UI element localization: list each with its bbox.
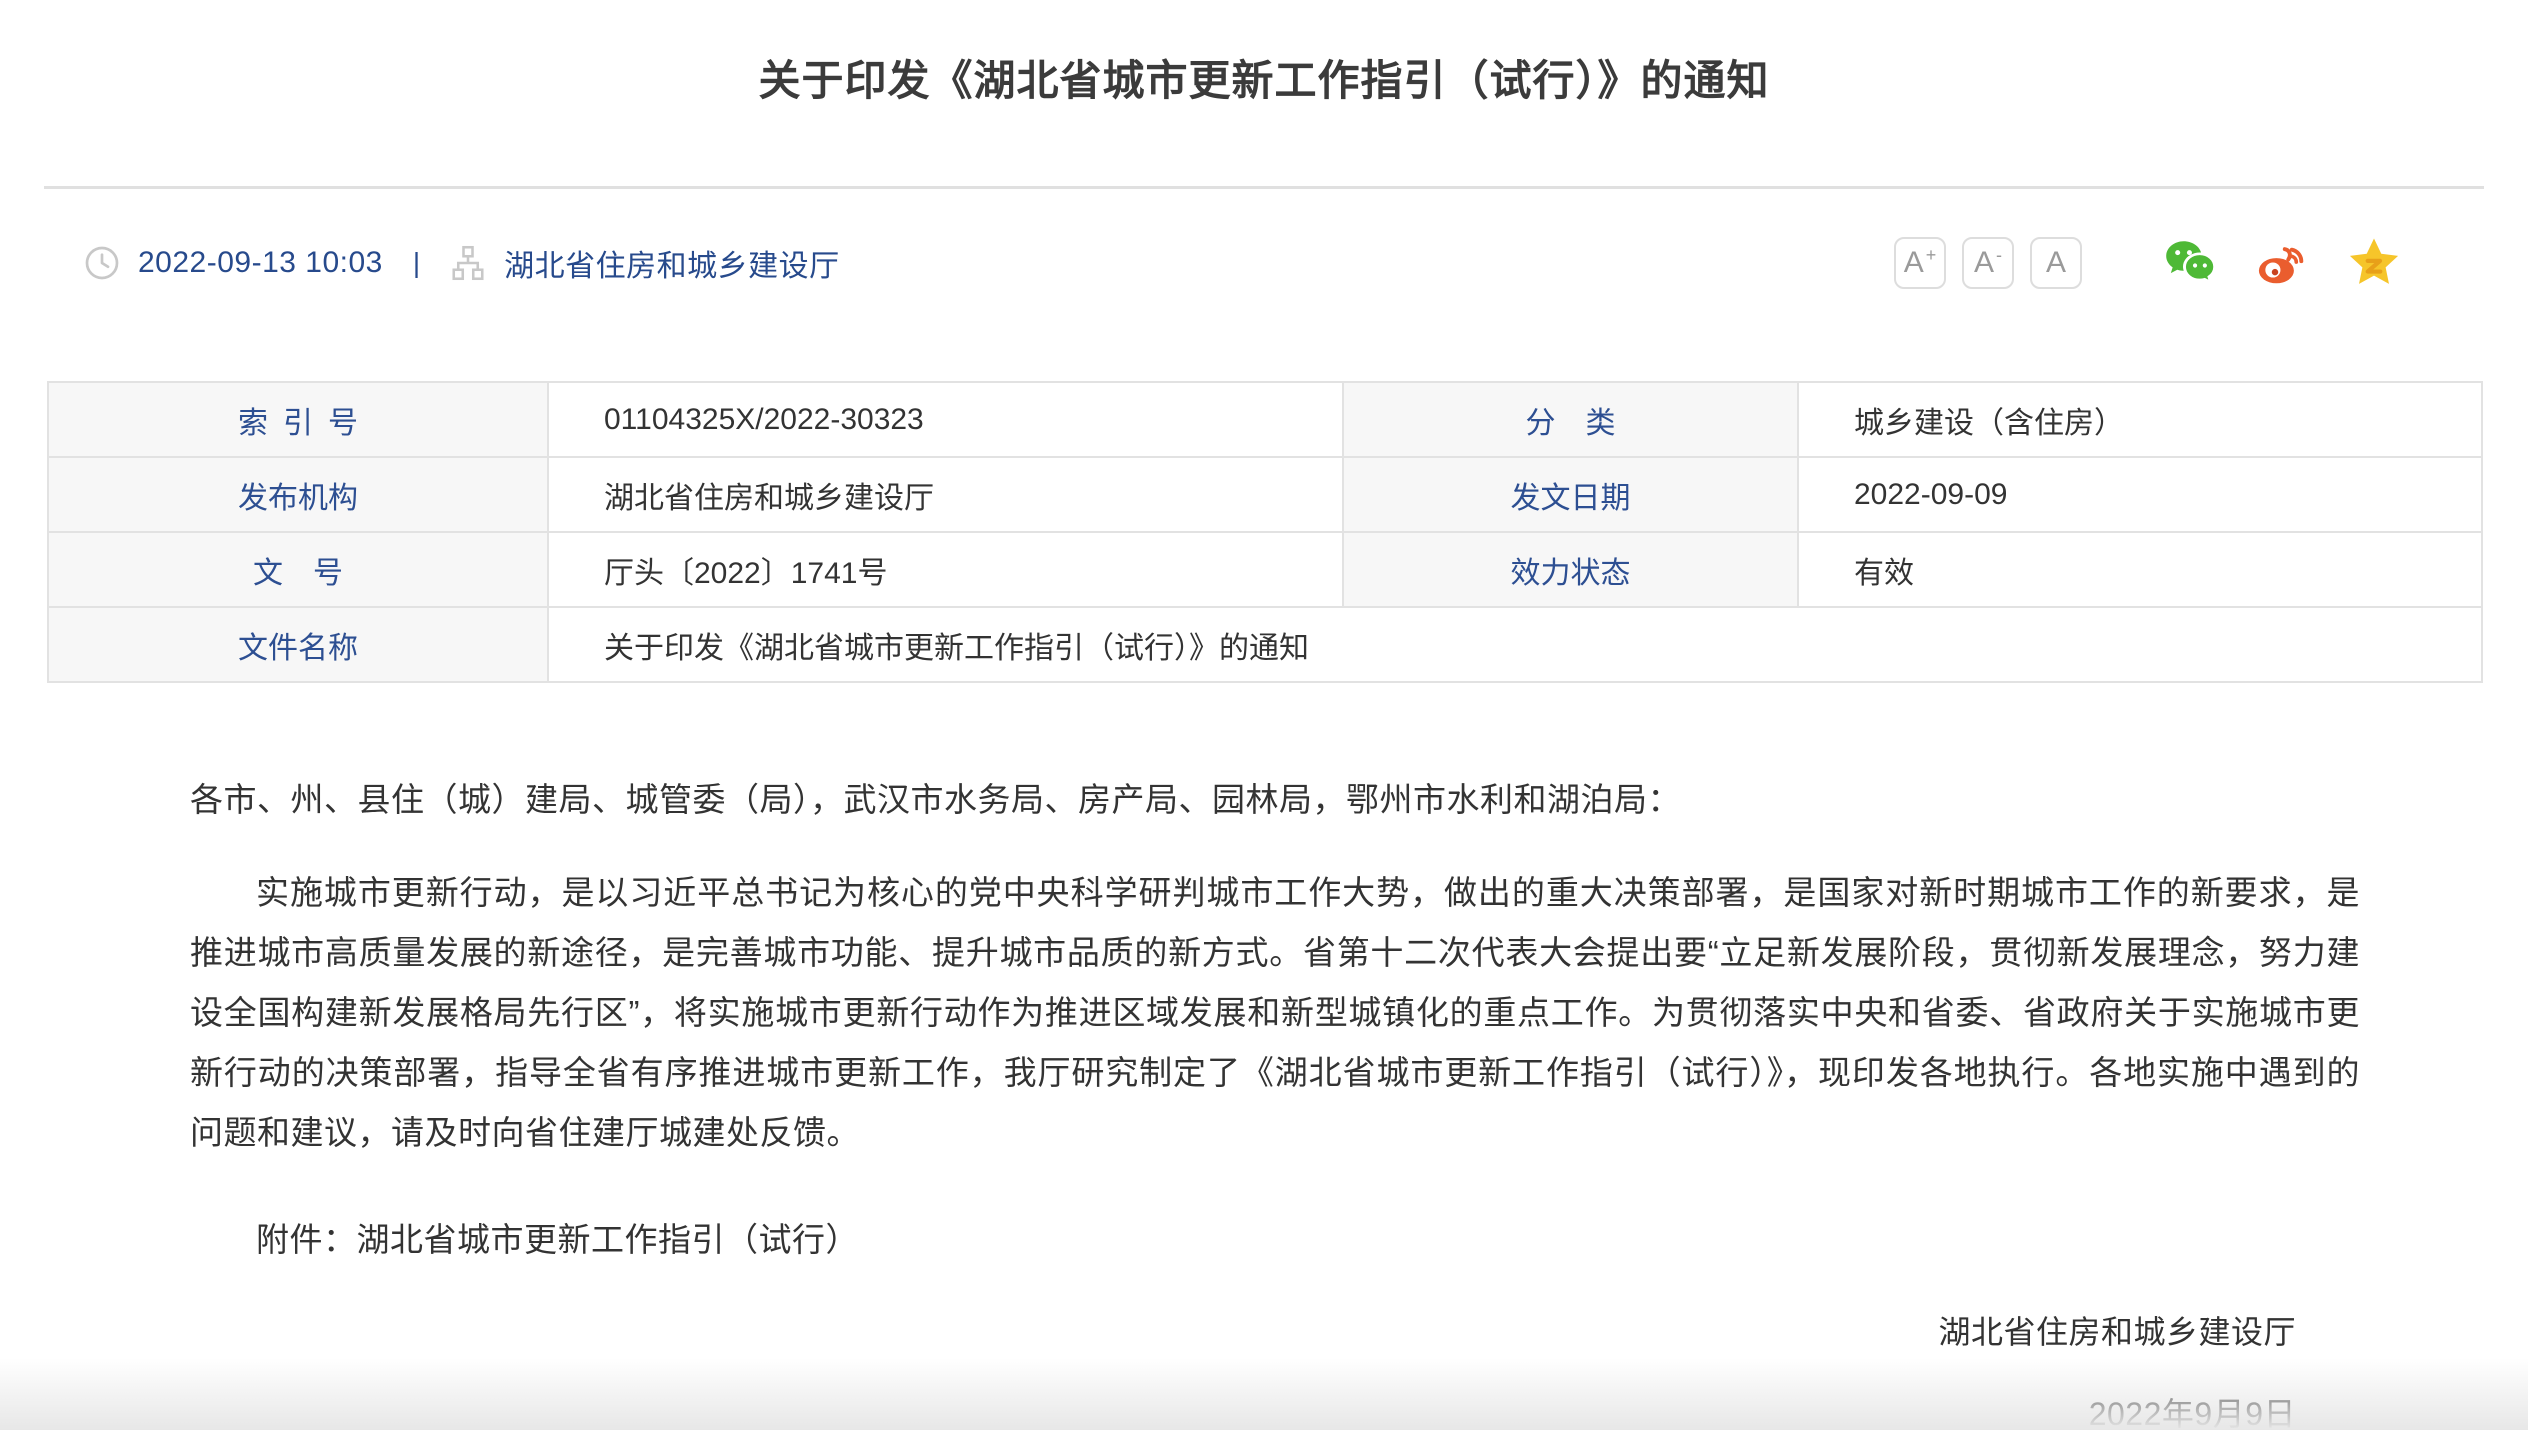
publisher-value: 湖北省住房和城乡建设厅 (548, 457, 1343, 532)
clock-icon (84, 245, 120, 281)
validity-value: 有效 (1798, 532, 2482, 607)
info-table: 索 引 号 01104325X/2022-30323 分 类 城乡建设（含住房）… (47, 381, 2483, 683)
sitemap-icon (450, 245, 486, 281)
font-decrease-mark: - (1996, 246, 2002, 264)
category-label: 分 类 (1343, 382, 1798, 457)
font-increase-button[interactable]: A+ (1894, 237, 1946, 289)
doc-number-value: 厅头〔2022〕1741号 (548, 532, 1343, 607)
publish-date-value: 2022-09-09 (1798, 457, 2482, 532)
font-decrease-label: A (1974, 246, 1994, 280)
meta-divider: | (413, 247, 420, 279)
qzone-icon (2346, 235, 2402, 291)
attachment-line: 附件：湖北省城市更新工作指引（试行） (190, 1219, 2360, 1261)
font-reset-label: A (2046, 246, 2066, 280)
font-increase-label: A (1904, 246, 1924, 280)
doc-name-label: 文件名称 (48, 607, 548, 682)
meta-bar: 2022-09-13 10:03 | 湖北省住房和城乡建设厅 A+ A- A (48, 223, 2480, 303)
category-value: 城乡建设（含住房） (1798, 382, 2482, 457)
doc-number-label: 文 号 (48, 532, 548, 607)
index-number-value: 01104325X/2022-30323 (548, 382, 1343, 457)
title-divider (44, 186, 2484, 189)
publish-time: 2022-09-13 10:03 (138, 246, 383, 280)
article-body: 各市、州、县住（城）建局、城管委（局），武汉市水务局、房产局、园林局，鄂州市水利… (0, 779, 2528, 1435)
signature: 湖北省住房和城乡建设厅 (190, 1311, 2360, 1353)
main-paragraph: 实施城市更新行动，是以习近平总书记为核心的党中央科学研判城市工作大势，做出的重大… (190, 863, 2360, 1163)
font-reset-button[interactable]: A (2030, 237, 2082, 289)
table-row: 文 号 厅头〔2022〕1741号 效力状态 有效 (48, 532, 2482, 607)
signature-date: 2022年9月9日 (190, 1393, 2360, 1435)
salutation: 各市、州、县住（城）建局、城管委（局），武汉市水务局、房产局、园林局，鄂州市水利… (190, 779, 2360, 821)
font-increase-mark: + (1926, 246, 1937, 264)
page-title: 关于印发《湖北省城市更新工作指引（试行）》的通知 (0, 0, 2528, 108)
index-number-label: 索 引 号 (48, 382, 548, 457)
publish-date-label: 发文日期 (1343, 457, 1798, 532)
wechat-icon (2162, 235, 2218, 291)
weibo-share-button[interactable] (2254, 235, 2310, 291)
meta-actions: A+ A- A (1878, 235, 2480, 291)
share-group (2126, 235, 2402, 291)
doc-name-value: 关于印发《湖北省城市更新工作指引（试行）》的通知 (548, 607, 2482, 682)
meta-info: 2022-09-13 10:03 | 湖北省住房和城乡建设厅 (48, 241, 840, 285)
validity-label: 效力状态 (1343, 532, 1798, 607)
qzone-share-button[interactable] (2346, 235, 2402, 291)
weibo-icon (2254, 235, 2310, 291)
font-decrease-button[interactable]: A- (1962, 237, 2014, 289)
table-row: 文件名称 关于印发《湖北省城市更新工作指引（试行）》的通知 (48, 607, 2482, 682)
wechat-share-button[interactable] (2162, 235, 2218, 291)
publisher-label: 发布机构 (48, 457, 548, 532)
table-row: 发布机构 湖北省住房和城乡建设厅 发文日期 2022-09-09 (48, 457, 2482, 532)
table-row: 索 引 号 01104325X/2022-30323 分 类 城乡建设（含住房） (48, 382, 2482, 457)
source-link[interactable]: 湖北省住房和城乡建设厅 (504, 241, 840, 285)
